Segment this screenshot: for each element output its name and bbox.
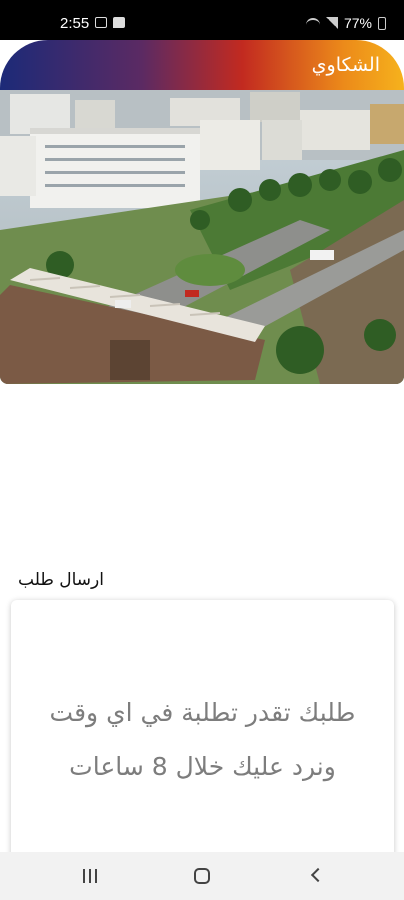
back-icon[interactable] xyxy=(310,867,326,883)
system-status: 77% xyxy=(305,15,386,31)
signal-icon xyxy=(325,17,338,29)
home-icon[interactable] xyxy=(194,868,210,884)
request-card-line-1: طلبك تقدر تطلبة في اي وقت xyxy=(49,698,356,727)
status-bar: 2:55 77% xyxy=(0,0,404,44)
image-carousel[interactable] xyxy=(0,90,404,384)
notification-icons xyxy=(95,17,125,28)
system-nav-bar xyxy=(0,852,404,900)
send-request-title: ارسال طلب xyxy=(18,570,104,590)
battery-icon xyxy=(378,16,386,30)
message-notification-icon xyxy=(113,17,125,28)
wifi-icon xyxy=(305,17,320,29)
request-card-line-2: ونرد عليك خلال 8 ساعات xyxy=(69,752,336,781)
campus-aerial-photo xyxy=(0,90,404,384)
request-card[interactable]: طلبك تقدر تطلبة في اي وقت ونرد عليك خلال… xyxy=(11,600,394,860)
page-title: الشكاوي xyxy=(311,54,380,76)
gallery-notification-icon xyxy=(95,17,107,28)
status-time: 2:55 xyxy=(60,15,90,32)
hero-section: الشكاوي xyxy=(0,40,404,384)
battery-percent: 77% xyxy=(343,15,372,31)
app-header: الشكاوي xyxy=(0,40,404,90)
request-card-text: طلبك تقدر تطلبة في اي وقت ونرد عليك خلال… xyxy=(11,686,394,794)
recent-apps-icon[interactable] xyxy=(83,869,97,883)
